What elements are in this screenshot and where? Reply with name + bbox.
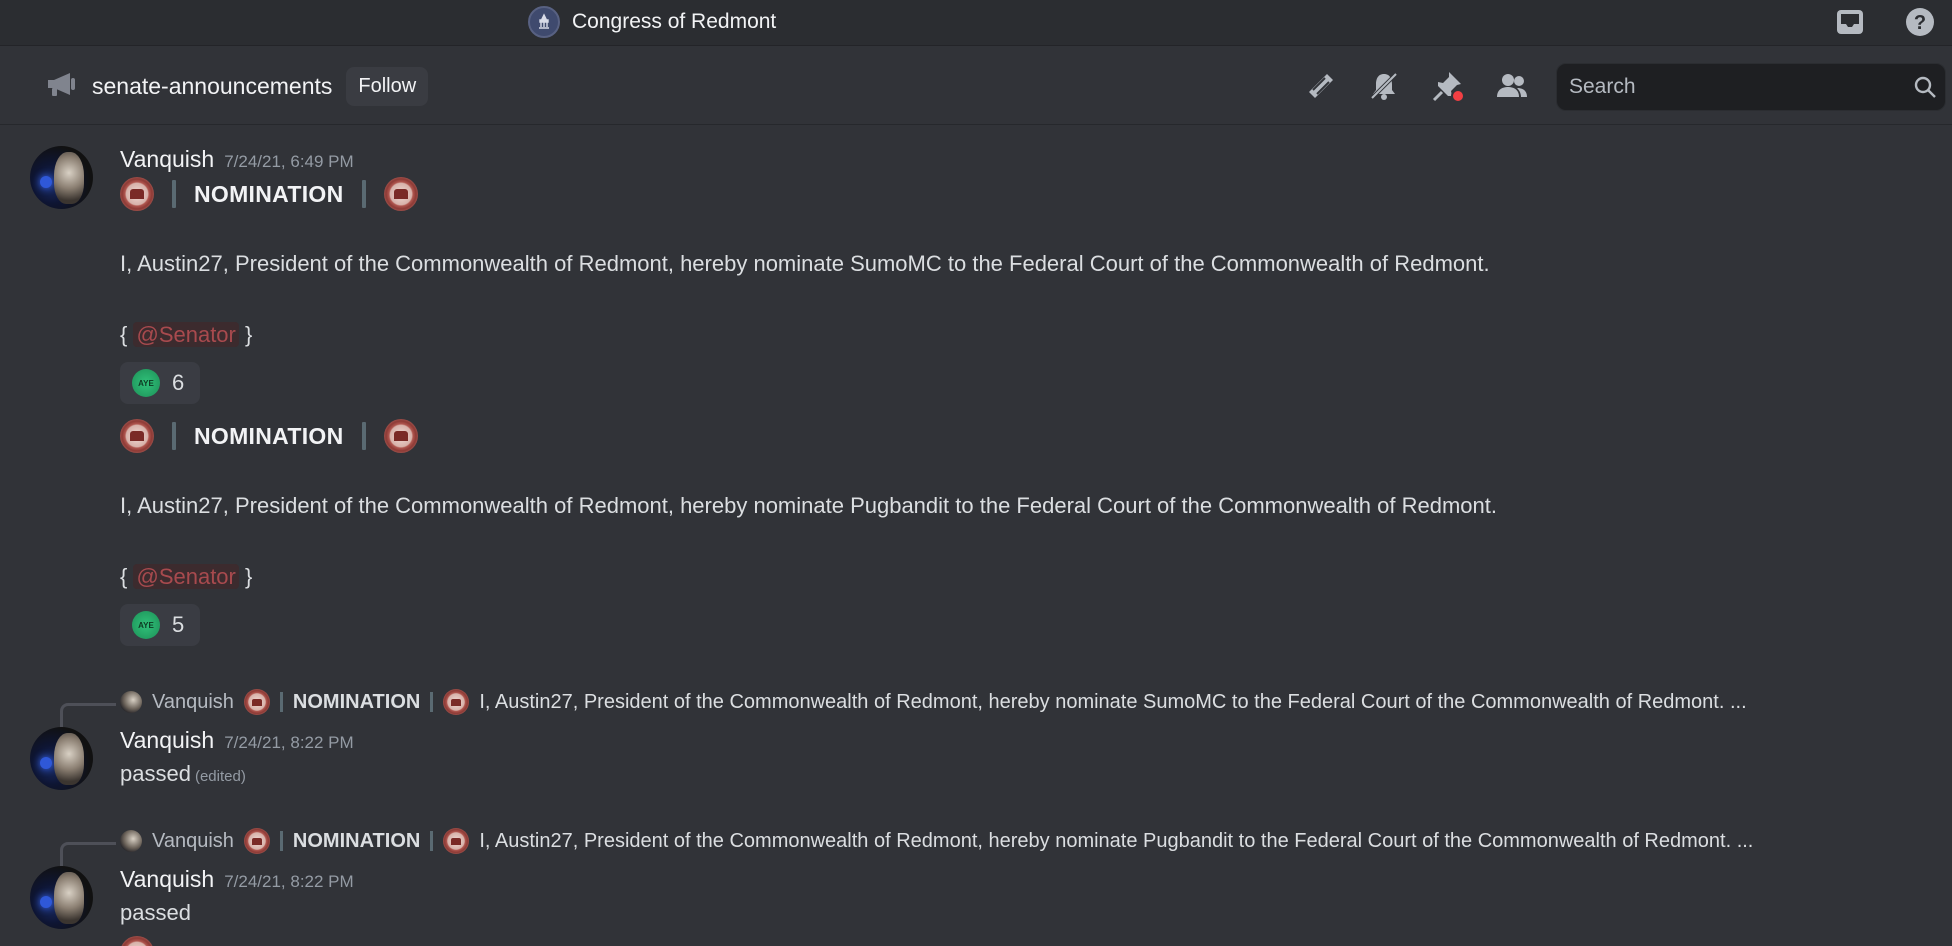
nomination-heading-partial — [120, 936, 154, 946]
follow-button[interactable]: Follow — [346, 66, 429, 106]
threads-icon[interactable] — [1301, 66, 1341, 106]
message-list[interactable]: Vanquish 7/24/21, 6:49 PM NOMINATION I, … — [0, 126, 1952, 946]
message-body: I, Austin27, President of the Commonweal… — [120, 251, 1490, 276]
timestamp: 7/24/21, 8:22 PM — [224, 872, 354, 891]
channel-name: senate-announcements — [92, 72, 333, 99]
server-name: Congress of Redmont — [572, 10, 777, 33]
divider — [430, 831, 434, 851]
capitol-emoji-icon — [383, 419, 418, 453]
author-name[interactable]: Vanquish — [120, 146, 214, 173]
capitol-icon — [528, 6, 560, 38]
divider — [279, 831, 283, 851]
reply-connector — [60, 842, 116, 866]
message-body: I, Austin27, President of the Commonweal… — [120, 493, 1497, 518]
help-icon[interactable]: ? — [1904, 6, 1936, 38]
heading-title: NOMINATION — [194, 180, 344, 207]
author-name[interactable]: Vanquish — [120, 866, 214, 893]
channel-header: senate-announcements Follow — [0, 47, 1952, 125]
divider — [172, 180, 176, 208]
author-name[interactable]: Vanquish — [120, 727, 214, 754]
reply-snippet: I, Austin27, President of the Commonweal… — [479, 690, 1747, 713]
reaction-count: 6 — [172, 370, 185, 395]
capitol-emoji-icon — [443, 828, 470, 854]
capitol-emoji-icon — [120, 419, 154, 453]
divider — [361, 422, 366, 450]
reply-heading: NOMINATION — [292, 690, 421, 713]
reaction-aye[interactable]: AYE 5 — [120, 604, 200, 646]
message-header: Vanquish 7/24/21, 8:22 PM — [120, 727, 354, 754]
reply-connector — [60, 703, 116, 727]
message-content: passed — [120, 761, 191, 786]
reply-snippet: I, Austin27, President of the Commonweal… — [479, 829, 1754, 852]
capitol-emoji-icon — [120, 177, 154, 211]
reaction-count: 5 — [172, 612, 185, 637]
avatar — [120, 691, 142, 713]
timestamp: 7/24/21, 8:22 PM — [224, 733, 354, 752]
nomination-heading: NOMINATION — [120, 419, 418, 453]
svg-text:?: ? — [1914, 12, 1926, 34]
reply-author: Vanquish — [152, 829, 234, 852]
senator-mention[interactable]: @Senator — [133, 564, 239, 589]
title-bar: Congress of Redmont ? — [0, 0, 1952, 46]
divider — [361, 180, 366, 208]
senator-mention[interactable]: @Senator — [133, 322, 239, 347]
avatar[interactable] — [30, 727, 93, 790]
capitol-emoji-icon — [243, 828, 270, 854]
megaphone-icon — [46, 70, 78, 103]
capitol-emoji-icon — [120, 936, 154, 946]
capitol-emoji-icon — [243, 689, 270, 715]
close-brace: } — [245, 564, 253, 589]
mention-line: { @Senator } — [120, 322, 252, 348]
reply-preview[interactable]: Vanquish NOMINATION I, Austin27, Preside… — [120, 687, 1747, 717]
pin-icon[interactable] — [1428, 66, 1468, 106]
avatar[interactable] — [30, 146, 93, 209]
search-box[interactable] — [1556, 63, 1946, 111]
members-icon[interactable] — [1492, 66, 1532, 106]
message-header: Vanquish 7/24/21, 8:22 PM — [120, 866, 354, 893]
heading-title: NOMINATION — [194, 422, 344, 449]
message-header: Vanquish 7/24/21, 6:49 PM — [120, 146, 354, 173]
reply-author: Vanquish — [152, 690, 234, 713]
open-brace: { — [120, 564, 128, 589]
search-input[interactable] — [1569, 64, 1899, 110]
aye-emoji-icon: AYE — [132, 369, 160, 397]
aye-emoji-icon: AYE — [132, 611, 160, 639]
avatar[interactable] — [30, 866, 93, 929]
capitol-emoji-icon — [383, 177, 418, 211]
reply-preview[interactable]: Vanquish NOMINATION I, Austin27, Preside… — [120, 826, 1753, 856]
divider — [279, 692, 283, 712]
reaction-aye[interactable]: AYE 6 — [120, 362, 200, 404]
mention-line: { @Senator } — [120, 564, 252, 590]
capitol-emoji-icon — [443, 689, 470, 715]
avatar — [120, 830, 142, 852]
timestamp: 7/24/21, 6:49 PM — [224, 152, 354, 171]
nomination-heading: NOMINATION — [120, 177, 418, 211]
search-icon — [1914, 76, 1936, 98]
divider — [172, 422, 176, 450]
open-brace: { — [120, 322, 128, 347]
bell-muted-icon[interactable] — [1364, 66, 1404, 106]
edited-label: (edited) — [194, 768, 246, 785]
message-text: passed — [120, 900, 191, 925]
reply-heading: NOMINATION — [292, 829, 421, 852]
message-text: passed (edited) — [120, 761, 246, 787]
server-title[interactable]: Congress of Redmont — [528, 6, 776, 38]
inbox-icon[interactable] — [1834, 6, 1866, 38]
close-brace: } — [245, 322, 253, 347]
divider — [430, 692, 434, 712]
